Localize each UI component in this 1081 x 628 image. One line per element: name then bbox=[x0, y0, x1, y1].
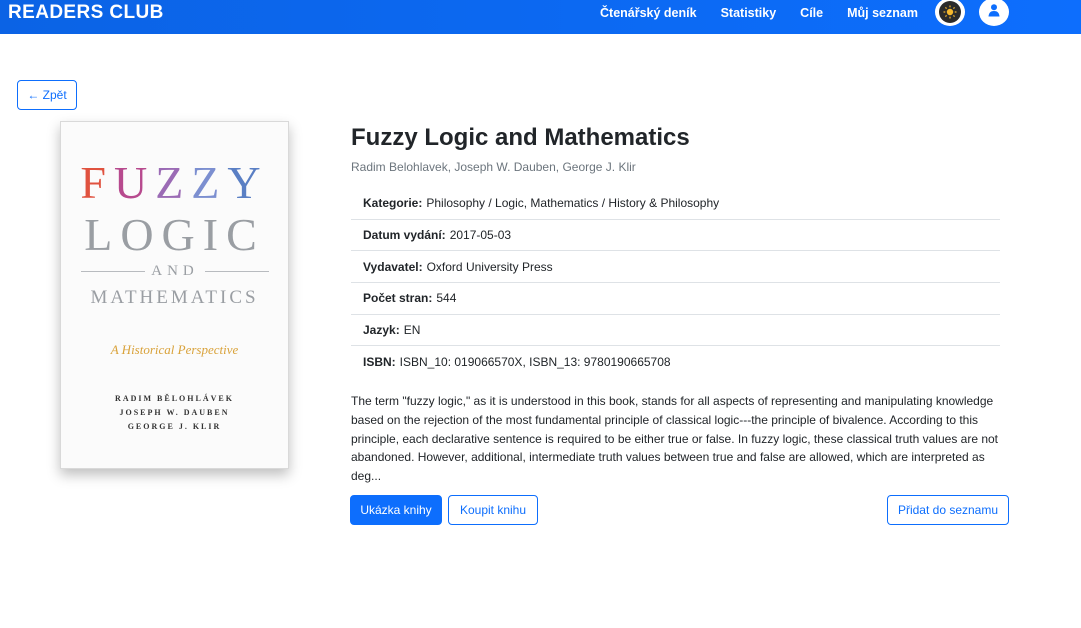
detail-row-language: Jazyk: EN bbox=[351, 315, 1000, 347]
cover-letter: Z bbox=[191, 157, 228, 208]
cover-rule-left bbox=[81, 270, 146, 272]
cover-title-fuzzy: FUZZY bbox=[61, 156, 288, 209]
cover-subtitle: A Historical Perspective bbox=[110, 342, 239, 357]
detail-label: Jazyk: bbox=[363, 323, 400, 338]
detail-label: Vydavatel: bbox=[363, 259, 423, 274]
cover-author-1: RADIM BĚLOHLÁVEK bbox=[115, 394, 234, 403]
detail-label: ISBN: bbox=[363, 355, 396, 370]
cover-title-mathematics: MATHEMATICS bbox=[90, 287, 259, 308]
book-authors: Radim Belohlavek, Joseph W. Dauben, Geor… bbox=[351, 160, 636, 174]
book-title: Fuzzy Logic and Mathematics bbox=[351, 124, 690, 151]
brand-logo[interactable]: READERS CLUB bbox=[8, 2, 164, 24]
detail-value: 2017-05-03 bbox=[449, 228, 512, 243]
detail-row-page-count: Počet stran: 544 bbox=[351, 283, 1000, 315]
add-to-list-button[interactable]: Přidat do seznamu bbox=[887, 495, 1009, 525]
detail-row-release-date: Datum vydání: 2017-05-03 bbox=[351, 220, 1000, 252]
detail-value: 544 bbox=[436, 291, 457, 306]
cover-rule-right bbox=[204, 270, 269, 272]
detail-row-category: Kategorie: Philosophy / Logic, Mathemati… bbox=[351, 188, 1000, 220]
book-description: The term "fuzzy logic," as it is underst… bbox=[351, 394, 999, 484]
cover-title-and: AND bbox=[151, 262, 199, 279]
nav-link-reading-diary[interactable]: Čtenářský deník bbox=[600, 6, 697, 20]
cover-letter: Z bbox=[155, 157, 192, 208]
top-navbar: READERS CLUB Čtenářský deník Statistiky … bbox=[0, 0, 1081, 34]
cover-and-line: AND bbox=[81, 262, 269, 280]
sun-icon bbox=[939, 1, 961, 23]
cover-letter: Y bbox=[227, 157, 269, 208]
nav-link-statistics[interactable]: Statistiky bbox=[721, 6, 777, 20]
detail-row-isbn: ISBN: ISBN_10: 019066570X, ISBN_13: 9780… bbox=[351, 346, 1000, 378]
theme-toggle-button[interactable] bbox=[935, 0, 965, 26]
nav-links: Čtenářský deník Statistiky Cíle Můj sezn… bbox=[600, 0, 918, 26]
detail-value: Philosophy / Logic, Mathematics / Histor… bbox=[426, 196, 720, 211]
buy-book-button[interactable]: Koupit knihu bbox=[448, 495, 538, 525]
detail-label: Kategorie: bbox=[363, 196, 423, 211]
cover-letter: U bbox=[113, 157, 156, 208]
book-cover-image: FUZZY LOGIC AND MATHEMATICS A Historical… bbox=[60, 121, 289, 469]
cover-author-2: JOSEPH W. DAUBEN bbox=[119, 408, 230, 417]
cover-letter: F bbox=[80, 157, 114, 208]
detail-value: Oxford University Press bbox=[426, 259, 553, 274]
cover-author-3: GEORGE J. KLIR bbox=[127, 422, 222, 431]
book-details-table: Kategorie: Philosophy / Logic, Mathemati… bbox=[351, 188, 1000, 378]
detail-label: Datum vydání: bbox=[363, 228, 446, 243]
detail-row-publisher: Vydavatel: Oxford University Press bbox=[351, 251, 1000, 284]
back-button[interactable]: ← Zpět bbox=[17, 80, 77, 110]
user-menu-button[interactable] bbox=[979, 0, 1009, 26]
detail-value: EN bbox=[403, 323, 421, 338]
detail-value: ISBN_10: 019066570X, ISBN_13: 9780190665… bbox=[399, 355, 671, 370]
book-preview-button[interactable]: Ukázka knihy bbox=[350, 495, 442, 525]
nav-link-goals[interactable]: Cíle bbox=[800, 6, 823, 20]
nav-link-my-list[interactable]: Můj seznam bbox=[847, 6, 918, 20]
cover-title-logic: LOGIC bbox=[84, 209, 265, 260]
detail-label: Počet stran: bbox=[363, 291, 433, 306]
user-icon bbox=[987, 3, 1001, 22]
